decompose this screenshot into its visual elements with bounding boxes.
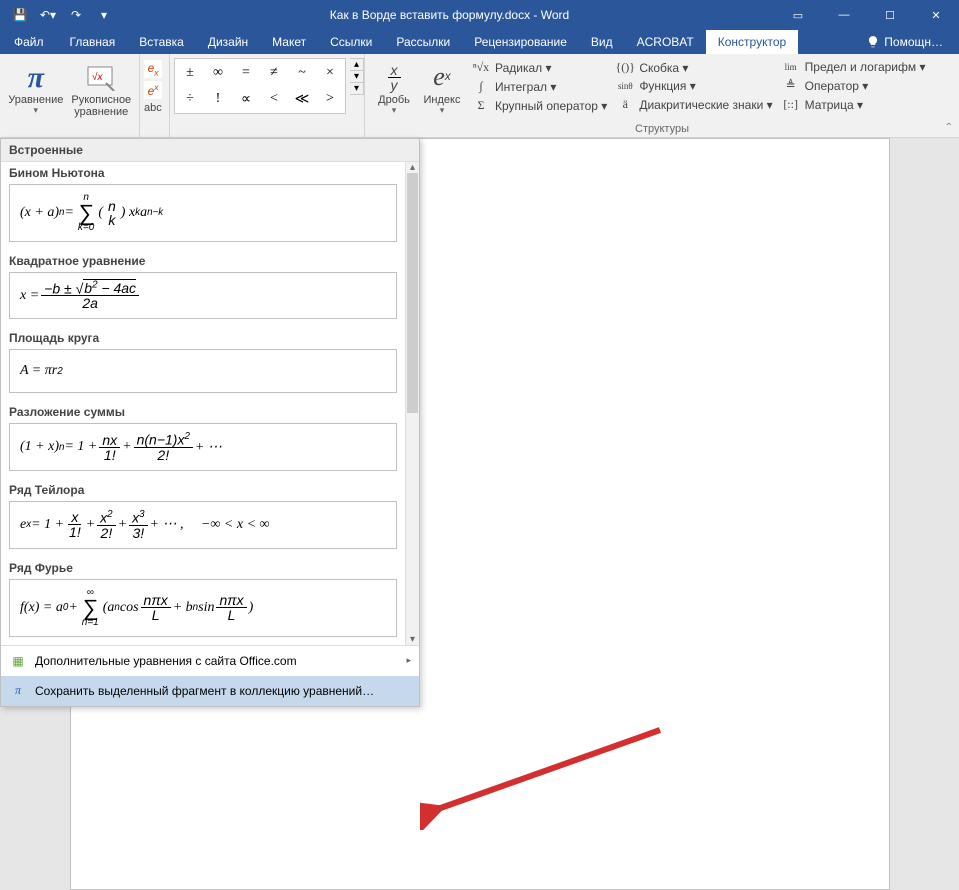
symbol-propto[interactable]: ∝ bbox=[233, 87, 259, 111]
scroll-up-icon[interactable]: ▴ bbox=[406, 162, 419, 173]
radical-button[interactable]: ⁿ√xРадикал ▾ bbox=[467, 58, 611, 77]
tab-view[interactable]: Вид bbox=[579, 30, 625, 54]
scroll-track[interactable] bbox=[406, 173, 419, 634]
office-icon: ▦ bbox=[9, 652, 27, 670]
title-bar: 💾 ↶▾ ↷ ▾ Как в Ворде вставить формулу.do… bbox=[0, 0, 959, 30]
tab-insert[interactable]: Вставка bbox=[127, 30, 196, 54]
svg-text:√x: √x bbox=[92, 71, 103, 83]
sigma-icon: Σ bbox=[471, 98, 491, 113]
symbols-expand: ▴ ▾ ▾ bbox=[350, 58, 364, 95]
limit-icon: lim bbox=[781, 62, 801, 72]
tab-references[interactable]: Ссылки bbox=[318, 30, 384, 54]
scroll-thumb[interactable] bbox=[407, 173, 418, 413]
tab-constructor[interactable]: Конструктор bbox=[706, 30, 798, 54]
symbol-ll[interactable]: ≪ bbox=[289, 87, 315, 111]
maximize-icon[interactable]: ☐ bbox=[867, 0, 913, 30]
save-icon[interactable]: 💾 bbox=[8, 3, 32, 27]
save-selection-link[interactable]: π Сохранить выделенный фрагмент в коллек… bbox=[1, 676, 419, 706]
more-equations-link[interactable]: ▦ Дополнительные уравнения с сайта Offic… bbox=[1, 646, 419, 676]
ink-equation-label: Рукописное уравнение bbox=[70, 94, 133, 118]
redo-icon[interactable]: ↷ bbox=[64, 3, 88, 27]
undo-icon[interactable]: ↶▾ bbox=[36, 3, 60, 27]
tab-mailings[interactable]: Рассылки bbox=[384, 30, 462, 54]
tab-home[interactable]: Главная bbox=[58, 30, 128, 54]
symbol-div[interactable]: ÷ bbox=[177, 87, 203, 111]
lightbulb-icon bbox=[866, 35, 880, 49]
symbol-tilde[interactable]: ~ bbox=[289, 61, 315, 85]
large-operator-button[interactable]: ΣКрупный оператор ▾ bbox=[467, 96, 611, 115]
convert-linear-icon[interactable]: ex bbox=[144, 81, 162, 99]
operator-icon: ≜ bbox=[781, 78, 801, 93]
save-equation-icon: π bbox=[9, 682, 27, 700]
matrix-icon: [::] bbox=[781, 97, 801, 112]
dropdown-scroll: Бином Ньютона (x + a)n = n∑k=0 (nk) xkan… bbox=[1, 162, 419, 645]
help-label: Помощн… bbox=[884, 35, 943, 49]
normal-text-button[interactable]: abc bbox=[144, 102, 162, 114]
operator-button[interactable]: ≜Оператор ▾ bbox=[777, 76, 930, 95]
ink-equation-button[interactable]: √x Рукописное уравнение bbox=[70, 58, 133, 118]
accent-button[interactable]: äДиакритические знаки ▾ bbox=[611, 95, 776, 114]
window-title: Как в Ворде вставить формулу.docx - Word bbox=[124, 8, 775, 22]
tab-review[interactable]: Рецензирование bbox=[462, 30, 579, 54]
symbols-more-icon[interactable]: ▾ bbox=[350, 83, 363, 94]
ribbon-tabs: Файл Главная Вставка Дизайн Макет Ссылки… bbox=[0, 30, 959, 54]
minimize-icon[interactable]: — bbox=[821, 0, 867, 30]
convert-professional-icon[interactable]: ex bbox=[144, 60, 162, 78]
equation-dropdown: Встроенные Бином Ньютона (x + a)n = n∑k=… bbox=[0, 138, 420, 707]
qa-customize-icon[interactable]: ▾ bbox=[92, 3, 116, 27]
collapse-ribbon-icon[interactable]: ⌃ bbox=[945, 122, 953, 133]
tab-acrobat[interactable]: ACROBAT bbox=[625, 30, 706, 54]
symbol-infty[interactable]: ∞ bbox=[205, 61, 231, 85]
symbol-eq[interactable]: = bbox=[233, 61, 259, 85]
dropdown-header: Встроенные bbox=[1, 139, 419, 162]
equation-item-binom[interactable]: Бином Ньютона (x + a)n = n∑k=0 (nk) xkan… bbox=[1, 162, 405, 250]
symbol-pm[interactable]: ± bbox=[177, 61, 203, 85]
bracket-button[interactable]: {()}Скобка ▾ bbox=[611, 58, 776, 77]
chevron-right-icon: ▸ bbox=[406, 655, 411, 666]
equation-item-quadratic[interactable]: Квадратное уравнение x = −b ± √b2 − 4ac2… bbox=[1, 250, 405, 328]
tab-design[interactable]: Дизайн bbox=[196, 30, 260, 54]
tab-layout[interactable]: Макет bbox=[260, 30, 318, 54]
limit-button[interactable]: limПредел и логарифм ▾ bbox=[777, 58, 930, 76]
help-button[interactable]: Помощн… bbox=[850, 30, 959, 54]
symbols-grid: ± ∞ = ≠ ~ × ÷ ! ∝ < ≪ > bbox=[174, 58, 346, 114]
symbol-times[interactable]: × bbox=[317, 61, 343, 85]
symbols-down-icon[interactable]: ▾ bbox=[350, 71, 363, 83]
structures-group-label: Структуры bbox=[365, 123, 959, 137]
radical-icon: ⁿ√x bbox=[471, 60, 491, 75]
ribbon: π Уравнение ▾ √x Рукописное уравнение ex… bbox=[0, 54, 959, 138]
ink-equation-icon: √x bbox=[86, 60, 116, 94]
script-button[interactable]: ex Индекс ▾ bbox=[417, 58, 467, 116]
symbol-lt[interactable]: < bbox=[261, 87, 287, 111]
equation-item-circle-area[interactable]: Площадь круга A = πr2 bbox=[1, 327, 405, 401]
symbol-fact[interactable]: ! bbox=[205, 87, 231, 111]
integral-button[interactable]: ∫Интеграл ▾ bbox=[467, 77, 611, 96]
equation-item-taylor[interactable]: Ряд Тейлора ex = 1 + x1! + x22! + x33! +… bbox=[1, 479, 405, 557]
ribbon-options-icon[interactable]: ▭ bbox=[775, 0, 821, 30]
bracket-icon: {()} bbox=[615, 60, 635, 75]
accent-icon: ä bbox=[615, 97, 635, 112]
symbol-gt[interactable]: > bbox=[317, 87, 343, 111]
tab-file[interactable]: Файл bbox=[0, 30, 58, 54]
equation-button[interactable]: π Уравнение ▾ bbox=[6, 58, 66, 116]
equation-item-sum-expansion[interactable]: Разложение суммы (1 + x)n = 1 + nx1! + n… bbox=[1, 401, 405, 479]
annotation-arrow bbox=[420, 700, 680, 830]
dropdown-footer: ▦ Дополнительные уравнения с сайта Offic… bbox=[1, 645, 419, 706]
equation-item-fourier[interactable]: Ряд Фурье f(x) = a0 + ∞∑n=1 (an cosnπxL … bbox=[1, 557, 405, 645]
scroll-down-icon[interactable]: ▾ bbox=[406, 634, 419, 645]
matrix-button[interactable]: [::]Матрица ▾ bbox=[777, 95, 930, 114]
function-icon: sinθ bbox=[615, 81, 635, 91]
integral-icon: ∫ bbox=[471, 79, 491, 94]
fraction-button[interactable]: xy Дробь ▾ bbox=[371, 58, 417, 116]
dropdown-scrollbar[interactable]: ▴ ▾ bbox=[405, 162, 419, 645]
symbols-up-icon[interactable]: ▴ bbox=[350, 59, 363, 71]
quick-access: 💾 ↶▾ ↷ ▾ bbox=[0, 3, 124, 27]
function-button[interactable]: sinθФункция ▾ bbox=[611, 77, 776, 95]
symbol-neq[interactable]: ≠ bbox=[261, 61, 287, 85]
window-buttons: ▭ — ☐ ✕ bbox=[775, 0, 959, 30]
pi-icon: π bbox=[28, 61, 44, 94]
close-icon[interactable]: ✕ bbox=[913, 0, 959, 30]
